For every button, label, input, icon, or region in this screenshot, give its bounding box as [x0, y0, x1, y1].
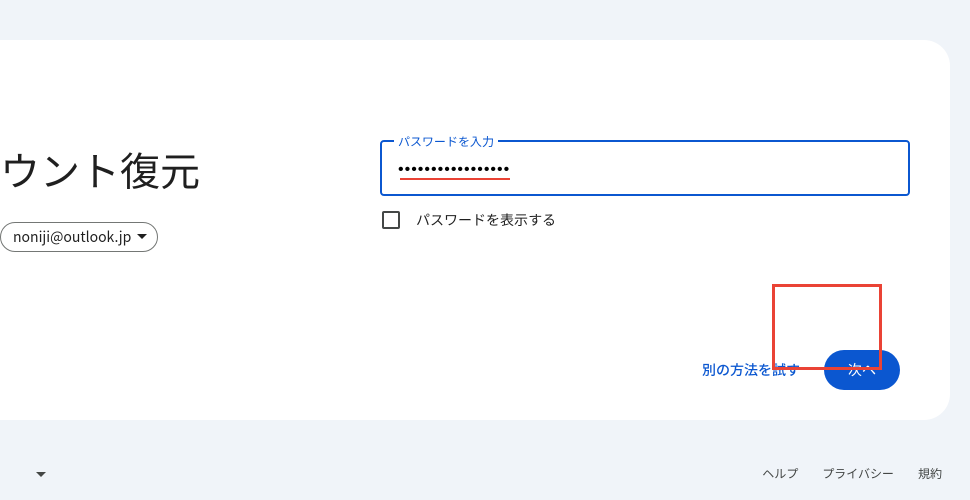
page-title: ウント復元 — [0, 140, 340, 198]
password-label: パスワードを入力 — [394, 133, 498, 150]
footer-bar: ヘルプ プライバシー 規約 — [0, 457, 970, 490]
signin-card: ウント復元 noniji@outlook.jp パスワードを入力 パスワードを表… — [0, 40, 950, 420]
show-password-label: パスワードを表示する — [416, 210, 556, 230]
chevron-down-icon — [36, 465, 46, 482]
card-content: ウント復元 noniji@outlook.jp パスワードを入力 パスワードを表… — [0, 40, 950, 420]
spellcheck-underline — [400, 178, 510, 180]
right-column: パスワードを入力 パスワードを表示する 別の方法を試す 次へ — [380, 140, 910, 390]
next-button[interactable]: 次へ — [824, 350, 900, 390]
chevron-down-icon — [137, 234, 147, 240]
show-password-row: パスワードを表示する — [382, 210, 910, 230]
account-email: noniji@outlook.jp — [13, 227, 131, 247]
account-chip[interactable]: noniji@outlook.jp — [0, 222, 158, 252]
language-selector[interactable] — [28, 457, 54, 490]
password-field-container: パスワードを入力 — [380, 140, 910, 196]
show-password-checkbox[interactable] — [382, 211, 400, 229]
action-row: 別の方法を試す 次へ — [380, 350, 910, 390]
try-other-link[interactable]: 別の方法を試す — [702, 360, 800, 380]
help-link[interactable]: ヘルプ — [762, 465, 798, 482]
left-column: ウント復元 noniji@outlook.jp — [0, 140, 340, 390]
terms-link[interactable]: 規約 — [918, 465, 942, 482]
privacy-link[interactable]: プライバシー — [822, 465, 894, 482]
